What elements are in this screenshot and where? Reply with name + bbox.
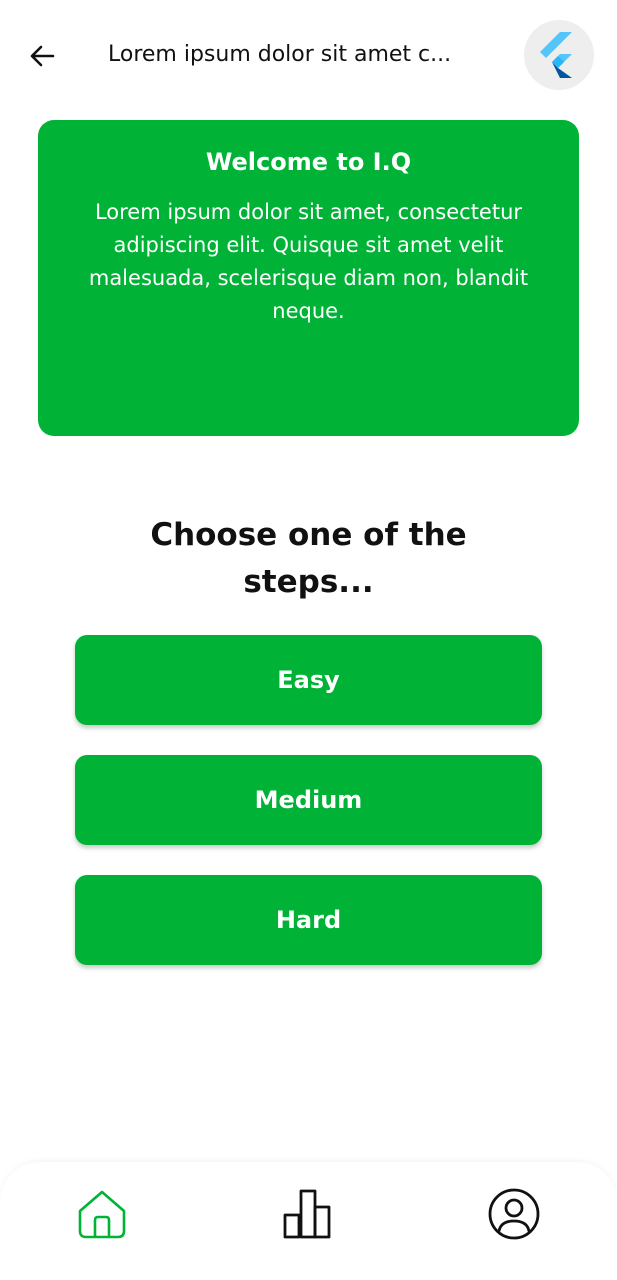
arrow-left-icon <box>30 45 55 67</box>
welcome-body: Lorem ipsum dolor sit amet, consectetur … <box>88 200 529 323</box>
home-icon <box>78 1190 126 1239</box>
app-bar: Lorem ipsum dolor sit amet c... <box>0 0 617 110</box>
profile-icon <box>488 1188 540 1240</box>
steps-heading: Choose one of the steps... <box>150 517 467 600</box>
nav-profile[interactable] <box>482 1182 546 1246</box>
bar-chart-icon <box>283 1189 331 1239</box>
screen: Lorem ipsum dolor sit amet c... Welcome … <box>0 0 617 1280</box>
avatar[interactable] <box>524 20 594 90</box>
page-title: Lorem ipsum dolor sit amet c... <box>108 42 452 67</box>
nav-stats[interactable] <box>276 1182 340 1246</box>
bottom-nav <box>0 1162 617 1280</box>
hard-button[interactable]: Hard <box>75 875 542 965</box>
nav-home[interactable] <box>70 1182 134 1246</box>
flutter-logo-icon <box>540 32 572 78</box>
welcome-title: Welcome to I.Q <box>205 148 412 176</box>
medium-button[interactable]: Medium <box>75 755 542 845</box>
back-button[interactable] <box>22 36 62 76</box>
easy-button[interactable]: Easy <box>75 635 542 725</box>
welcome-card: Welcome to I.Q Lorem ipsum dolor sit ame… <box>38 120 579 436</box>
